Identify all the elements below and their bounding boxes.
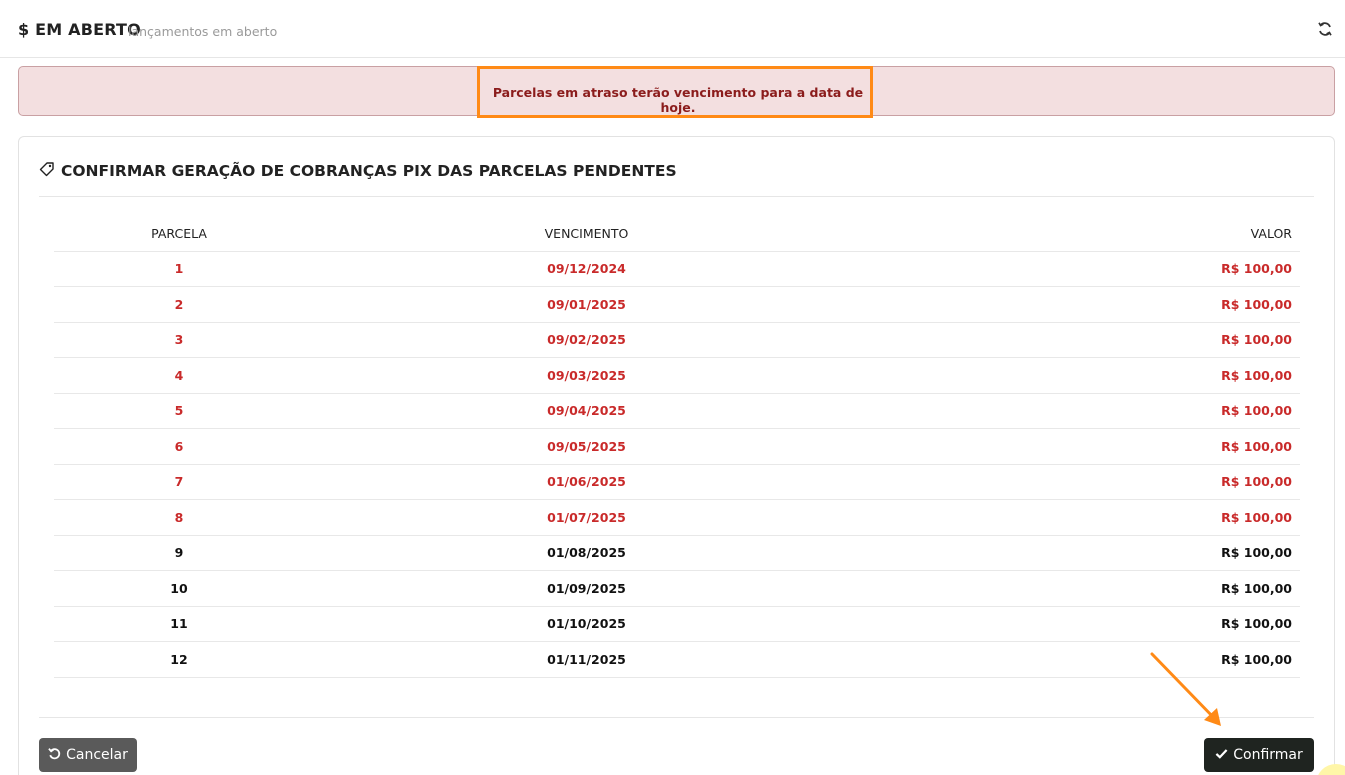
- cell-vencimento: 09/02/2025: [304, 322, 869, 358]
- cell-valor: R$ 100,00: [869, 570, 1300, 607]
- cell-parcela: 9: [54, 535, 304, 571]
- refresh-icon[interactable]: [1317, 21, 1333, 37]
- table-row: 2 09/01/2025 R$ 100,00: [54, 286, 1300, 323]
- card-divider: [39, 196, 1314, 197]
- cell-valor: R$ 100,00: [869, 393, 1300, 429]
- column-header-valor: VALOR: [869, 217, 1300, 252]
- cancel-button-label: Cancelar: [66, 747, 128, 763]
- cell-valor: R$ 100,00: [869, 251, 1300, 287]
- cell-parcela: 5: [54, 393, 304, 429]
- table-row: 9 01/08/2025 R$ 100,00: [54, 535, 1300, 571]
- confirm-card: CONFIRMAR GERAÇÃO DE COBRANÇAS PIX DAS P…: [18, 136, 1335, 775]
- table-header-row: PARCELA VENCIMENTO VALOR: [54, 217, 1300, 252]
- cell-parcela: 11: [54, 606, 304, 642]
- cell-valor: R$ 100,00: [869, 535, 1300, 571]
- page: $ EM ABERTO lançamentos em aberto Parcel…: [0, 0, 1345, 775]
- cell-parcela: 6: [54, 428, 304, 465]
- cell-vencimento: 01/07/2025: [304, 499, 869, 536]
- installments-table: PARCELA VENCIMENTO VALOR 1 09/12/2024 R$…: [54, 217, 1300, 678]
- cell-vencimento: 01/08/2025: [304, 535, 869, 571]
- cell-valor: R$ 100,00: [869, 499, 1300, 536]
- table-row: 12 01/11/2025 R$ 100,00: [54, 641, 1300, 678]
- cell-valor: R$ 100,00: [869, 464, 1300, 500]
- tag-icon: [39, 161, 55, 181]
- cell-parcela: 7: [54, 464, 304, 500]
- cell-vencimento: 09/05/2025: [304, 428, 869, 465]
- footer-divider: [39, 717, 1314, 718]
- cell-valor: R$ 100,00: [869, 428, 1300, 465]
- cell-valor: R$ 100,00: [869, 286, 1300, 323]
- cell-parcela: 8: [54, 499, 304, 536]
- table-row: 5 09/04/2025 R$ 100,00: [54, 393, 1300, 429]
- cell-parcela: 1: [54, 251, 304, 287]
- check-icon: [1215, 747, 1228, 764]
- cell-parcela: 3: [54, 322, 304, 358]
- cell-vencimento: 01/10/2025: [304, 606, 869, 642]
- table-row: 8 01/07/2025 R$ 100,00: [54, 499, 1300, 536]
- cell-vencimento: 09/03/2025: [304, 357, 869, 394]
- arrow-annotation: [1150, 652, 1221, 726]
- cell-vencimento: 01/06/2025: [304, 464, 869, 500]
- confirm-button[interactable]: Confirmar: [1204, 738, 1314, 772]
- cell-vencimento: 09/04/2025: [304, 393, 869, 429]
- cell-vencimento: 01/09/2025: [304, 570, 869, 607]
- cell-parcela: 2: [54, 286, 304, 323]
- table-row: 6 09/05/2025 R$ 100,00: [54, 428, 1300, 465]
- column-header-parcela: PARCELA: [54, 217, 304, 252]
- table-row: 7 01/06/2025 R$ 100,00: [54, 464, 1300, 500]
- table-row: 10 01/09/2025 R$ 100,00: [54, 570, 1300, 607]
- undo-icon: [48, 747, 61, 764]
- page-subtitle: lançamentos em aberto: [128, 24, 278, 39]
- page-header: $ EM ABERTO lançamentos em aberto: [0, 0, 1345, 58]
- alert-highlight-box: Parcelas em atraso terão vencimento para…: [477, 66, 873, 118]
- cell-parcela: 10: [54, 570, 304, 607]
- cell-valor: R$ 100,00: [869, 606, 1300, 642]
- cell-valor: R$ 100,00: [869, 641, 1300, 678]
- cell-valor: R$ 100,00: [869, 322, 1300, 358]
- page-title: $ EM ABERTO: [18, 20, 141, 39]
- cell-valor: R$ 100,00: [869, 357, 1300, 394]
- cell-parcela: 12: [54, 641, 304, 678]
- alert-text: Parcelas em atraso terão vencimento para…: [492, 85, 864, 115]
- table-row: 3 09/02/2025 R$ 100,00: [54, 322, 1300, 358]
- table-row: 11 01/10/2025 R$ 100,00: [54, 606, 1300, 642]
- card-title: CONFIRMAR GERAÇÃO DE COBRANÇAS PIX DAS P…: [39, 161, 677, 181]
- table-row: 4 09/03/2025 R$ 100,00: [54, 357, 1300, 394]
- cell-vencimento: 01/11/2025: [304, 641, 869, 678]
- cell-vencimento: 09/12/2024: [304, 251, 869, 287]
- card-title-text: CONFIRMAR GERAÇÃO DE COBRANÇAS PIX DAS P…: [61, 162, 677, 180]
- column-header-vencimento: VENCIMENTO: [304, 217, 869, 252]
- cell-vencimento: 09/01/2025: [304, 286, 869, 323]
- table-row: 1 09/12/2024 R$ 100,00: [54, 251, 1300, 287]
- cell-parcela: 4: [54, 357, 304, 394]
- confirm-button-label: Confirmar: [1233, 747, 1303, 763]
- cancel-button[interactable]: Cancelar: [39, 738, 137, 772]
